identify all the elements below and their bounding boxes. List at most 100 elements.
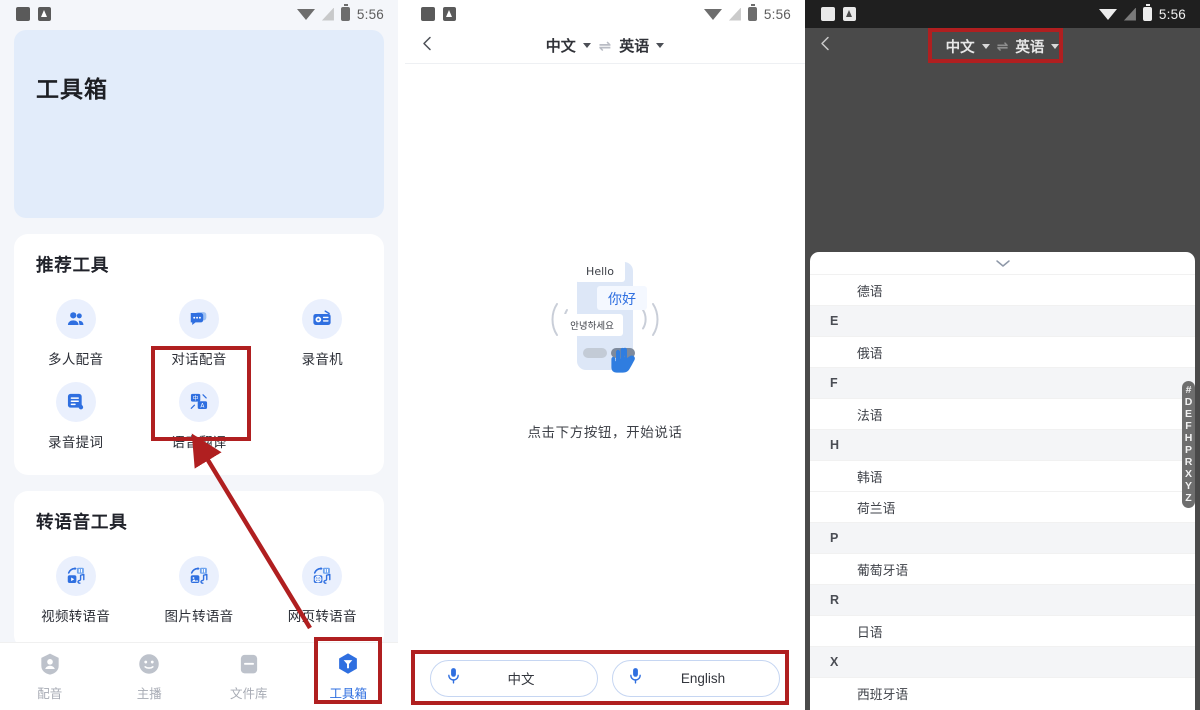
mic-button-target[interactable]: English <box>612 659 780 697</box>
status-bar: 5:56 <box>805 0 1200 28</box>
language-selector[interactable]: 中文 ⇌ 英语 <box>546 35 665 56</box>
back-chevron-icon[interactable] <box>817 35 833 58</box>
tool-grid: 多人配音 对话配音 录音机 录音提词 中 A 语音翻译 <box>14 291 384 457</box>
index-letter[interactable]: # <box>1186 385 1192 396</box>
tool-label: 网页转语音 <box>287 609 357 624</box>
tool-label: 语音翻译 <box>171 435 227 450</box>
tool-item-teleprompter[interactable]: 录音提词 <box>14 374 137 457</box>
tab-label: 文件库 <box>229 687 268 701</box>
mic-button-source[interactable]: 中文 <box>430 659 598 697</box>
index-letter[interactable]: F <box>1185 421 1191 432</box>
recorder-icon <box>302 299 343 339</box>
chevron-down-icon <box>981 43 990 49</box>
translate-tip-text: 点击下方按钮，开始说话 <box>527 424 683 440</box>
language-group-header: F <box>810 367 1195 398</box>
tool-item-image-to-speech[interactable]: 图片转语音 <box>137 548 260 631</box>
bubble-nihao-text: 你好 <box>608 292 636 308</box>
tool-item-video-to-speech[interactable]: 视频转语音 <box>14 548 137 631</box>
tool-label: 录音提词 <box>48 435 104 450</box>
index-letter[interactable]: Y <box>1185 481 1192 492</box>
tool-label: 视频转语音 <box>41 609 111 624</box>
status-bar-left <box>421 7 456 21</box>
index-letter[interactable]: P <box>1185 445 1192 456</box>
chevron-down-icon <box>582 43 591 48</box>
anchor-icon <box>139 654 159 674</box>
tab-label: 配音 <box>37 687 63 701</box>
wifi-icon <box>296 8 315 20</box>
language-group-header: P <box>810 522 1195 553</box>
section-card-recommended: 推荐工具 多人配音 对话配音 录音机 录音提词 中 A 语音翻译 <box>14 234 384 475</box>
bubble-hello-text: Hello <box>586 265 614 278</box>
tool-label: 图片转语音 <box>164 609 234 624</box>
alphabet-index-bar[interactable]: # D E F H P R X Y Z <box>1182 381 1195 508</box>
battery-icon <box>1142 4 1152 21</box>
language-sheet: 德语 E 俄语 F 法语 H 韩语 荷兰语 P 葡萄牙语 R 日语 X 西班牙语 <box>810 252 1195 710</box>
status-bar: 5:56 <box>405 0 805 28</box>
index-letter[interactable]: R <box>1185 457 1193 468</box>
tab-dubbing[interactable]: 配音 <box>0 651 100 702</box>
status-bar-clock: 5:56 <box>356 6 384 22</box>
language-list-item[interactable]: 西班牙语 <box>810 677 1195 708</box>
language-list-item[interactable]: 法语 <box>810 398 1195 429</box>
index-letter[interactable]: H <box>1185 433 1193 444</box>
status-bar-clock: 5:56 <box>1158 6 1186 22</box>
tool-item-voice-translate[interactable]: 中 A 语音翻译 <box>137 374 260 457</box>
language-list-item[interactable]: 日语 <box>810 615 1195 646</box>
collapse-sheet-button[interactable] <box>810 252 1195 274</box>
tab-toolbox[interactable]: 工具箱 <box>299 651 399 702</box>
language-list: 德语 E 俄语 F 法语 H 韩语 荷兰语 P 葡萄牙语 R 日语 X 西班牙语 <box>810 274 1195 708</box>
status-bar-clock: 5:56 <box>763 6 791 22</box>
panel-language-picker: 5:56 中文 ⇌ 英语 德语 E 俄语 F 法语 H 韩语 荷兰语 P 葡萄牙语 R 日语 X 西班牙语… <box>805 0 1200 710</box>
signal-icon <box>321 7 334 21</box>
status-bar-right: 5:56 <box>1098 4 1186 22</box>
microphone-icon <box>447 667 460 689</box>
bubble-korean-text: 안녕하세요 <box>570 320 614 332</box>
back-chevron-icon[interactable] <box>419 34 435 57</box>
dubbing-icon <box>41 653 59 675</box>
section-title: 转语音工具 <box>36 512 128 532</box>
chevron-down-icon <box>995 260 1010 267</box>
multi-speaker-icon <box>55 299 96 339</box>
index-letter[interactable]: E <box>1185 409 1192 420</box>
app-bar: 中文 ⇌ 英语 <box>405 28 805 64</box>
status-bar-right: 5:56 <box>296 4 384 22</box>
tab-file-library[interactable]: 文件库 <box>199 651 299 702</box>
app-square-icon <box>421 7 435 21</box>
tool-item-webpage-to-speech[interactable]: 网页转语音 <box>261 548 384 631</box>
app-square-icon <box>821 7 835 21</box>
tool-item-recorder[interactable]: 录音机 <box>261 291 384 374</box>
tab-label: 工具箱 <box>329 687 367 701</box>
tab-anchor[interactable]: 主播 <box>100 651 200 702</box>
swap-languages-icon[interactable]: ⇌ <box>997 38 1009 55</box>
svg-text:中: 中 <box>193 394 199 402</box>
status-bar-right: 5:56 <box>703 4 791 22</box>
source-language-label: 中文 <box>545 38 576 55</box>
status-bar-left <box>821 7 856 21</box>
language-list-item[interactable]: 荷兰语 <box>810 491 1195 522</box>
app-badge-icon <box>843 7 856 21</box>
index-letter[interactable]: D <box>1185 397 1193 408</box>
index-letter[interactable]: X <box>1185 469 1192 480</box>
target-language-label: 英语 <box>1015 39 1045 56</box>
language-group-header: H <box>810 429 1195 460</box>
tab-label: 主播 <box>136 687 162 701</box>
language-list-item[interactable]: 韩语 <box>810 460 1195 491</box>
language-list-item[interactable]: 葡萄牙语 <box>810 553 1195 584</box>
battery-icon <box>340 4 350 21</box>
language-group-header: R <box>810 584 1195 615</box>
voice-translate-icon: 中 A <box>178 382 219 422</box>
language-list-item[interactable]: 俄语 <box>810 336 1195 367</box>
swap-languages-icon[interactable]: ⇌ <box>599 37 612 55</box>
translate-empty-state: Hello 你好 안녕하세요 点击下方按钮，开始说话 <box>405 64 805 692</box>
index-letter[interactable]: Z <box>1185 493 1191 504</box>
tool-item-multi-speaker[interactable]: 多人配音 <box>14 291 137 374</box>
image-to-speech-icon <box>178 556 219 596</box>
mic-button-row: 中文 English <box>405 646 805 710</box>
language-list-item[interactable]: 德语 <box>810 274 1195 305</box>
file-library-icon <box>240 654 257 674</box>
target-language-label: 英语 <box>619 38 650 55</box>
tool-item-dialogue-dubbing[interactable]: 对话配音 <box>137 291 260 374</box>
screenshot-stage: 5:56 工具箱 推荐工具 多人配音 对话配音 录音机 录音提词 中 A 语音翻… <box>0 0 1200 710</box>
language-selector[interactable]: 中文 ⇌ 英语 <box>946 36 1060 57</box>
chevron-down-icon <box>656 43 665 48</box>
